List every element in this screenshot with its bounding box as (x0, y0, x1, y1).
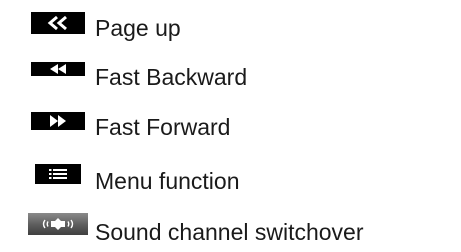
legend-label-fast-forward: Fast Forward (95, 113, 231, 140)
sound-channel-icon (28, 213, 88, 235)
fast-backward-icon (31, 62, 85, 76)
legend-item-menu: Menu function (31, 161, 239, 201)
legend-item-page-up: Page up (31, 8, 181, 48)
page-up-icon (31, 12, 85, 34)
menu-icon (35, 164, 81, 184)
legend-label-fast-backward: Fast Backward (95, 63, 248, 90)
legend-label-sound-channel: Sound channel switchover (95, 218, 364, 245)
legend-item-fast-forward: Fast Forward (31, 107, 230, 147)
icon-legend: Page up Fast Backward Fast Forward Menu … (0, 0, 461, 252)
legend-item-fast-backward: Fast Backward (31, 57, 247, 97)
fast-forward-icon (31, 112, 85, 130)
legend-label-menu: Menu function (95, 167, 240, 194)
legend-item-sound-channel: Sound channel switchover (28, 212, 364, 252)
legend-label-page-up: Page up (95, 14, 181, 41)
